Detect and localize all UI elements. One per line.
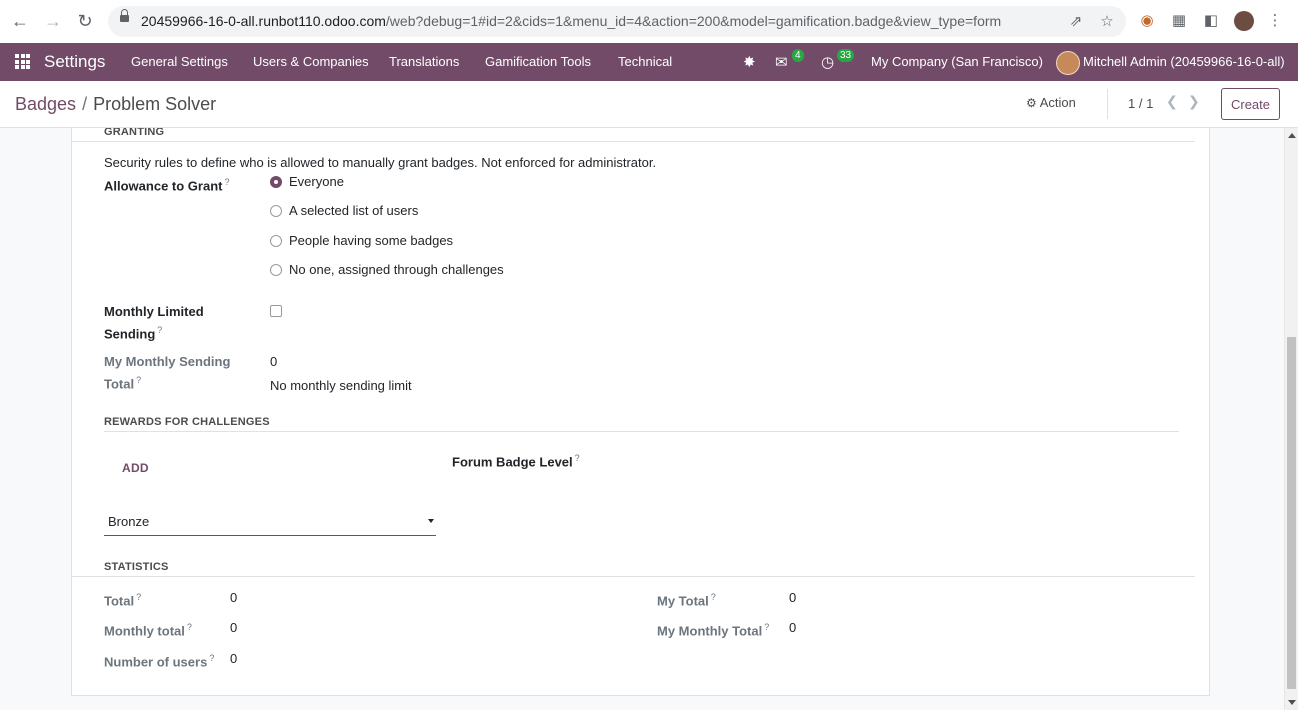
forum-badge-level-select[interactable]: Bronze [104, 512, 436, 536]
granting-section-rule [72, 141, 1195, 142]
scroll-down-arrow-icon[interactable] [1288, 700, 1296, 705]
vertical-scrollbar[interactable] [1284, 128, 1298, 710]
my-monthly-sending-total-label: My Monthly Sending Total? [104, 354, 231, 392]
breadcrumb-current: Problem Solver [93, 94, 217, 114]
action-label: Action [1039, 95, 1076, 110]
help-marker: ? [186, 622, 192, 632]
divider [1107, 89, 1108, 119]
pager-value[interactable]: 1 / 1 [1128, 96, 1153, 111]
control-panel: Badges / Problem Solver ⚙ Action 1 / 1 ❮ ❯ … [0, 81, 1298, 128]
app-name[interactable]: Settings [44, 52, 105, 72]
gear-icon: ⚙ [1026, 96, 1037, 110]
breadcrumb-badges-link[interactable]: Badges [15, 94, 76, 114]
scroll-thumb[interactable] [1287, 337, 1296, 689]
extensions-puzzle-icon[interactable]: ▦ [1170, 12, 1188, 30]
main-navbar: Settings General Settings Users & Compan… [0, 43, 1298, 81]
extension-monkey-icon[interactable]: ◉ [1138, 12, 1156, 30]
debug-bug-icon[interactable]: ✸ [743, 53, 756, 71]
radio-label: No one, assigned through challenges [289, 262, 504, 277]
radio-label: Everyone [289, 174, 344, 189]
share-icon[interactable]: ⇗ [1068, 14, 1084, 30]
monthly-limited-sending-label: Monthly Limited Sending? [104, 304, 204, 342]
help-marker: ? [764, 622, 770, 632]
side-panel-icon[interactable]: ◧ [1202, 12, 1220, 30]
activities-count-badge: 33 [837, 49, 855, 62]
form-sheet: GRANTING Security rules to define who is… [71, 128, 1210, 696]
breadcrumb-separator: / [82, 94, 88, 114]
help-marker: ? [224, 177, 230, 187]
menu-technical[interactable]: Technical [618, 54, 672, 69]
messages-icon[interactable]: ✉ [775, 53, 788, 71]
monthly-total-label: Monthly total? [104, 622, 192, 639]
back-icon[interactable]: ← [9, 10, 31, 32]
forum-badge-level-label: Forum Badge Level? [452, 453, 580, 470]
number-of-users-value: 0 [230, 651, 238, 666]
create-button[interactable]: Create [1221, 88, 1280, 120]
bookmark-star-icon[interactable]: ☆ [1099, 14, 1115, 30]
help-marker: ? [136, 375, 142, 385]
breadcrumb: Badges / Problem Solver [15, 94, 216, 115]
help-marker: ? [710, 592, 716, 602]
menu-gamification-tools[interactable]: Gamification Tools [485, 54, 591, 69]
my-monthly-total-label: My Monthly Total? [657, 622, 770, 639]
help-marker: ? [136, 592, 142, 602]
statistics-section-title: STATISTICS [104, 561, 169, 573]
scroll-up-arrow-icon[interactable] [1288, 133, 1296, 138]
browser-menu-icon[interactable]: ⋮ [1266, 12, 1284, 30]
my-monthly-total-value: 0 [789, 620, 797, 635]
lock-icon[interactable] [120, 9, 129, 22]
total-label: Total? [104, 592, 142, 609]
monthly-limited-checkbox[interactable] [270, 305, 282, 317]
caret-down-icon [428, 519, 434, 523]
help-marker: ? [574, 453, 580, 463]
statistics-section-rule [72, 576, 1195, 577]
number-of-users-label: Number of users? [104, 653, 215, 670]
radio-label: A selected list of users [289, 203, 419, 218]
monthly-total-value: 0 [230, 620, 238, 635]
company-switcher[interactable]: My Company (San Francisco) [871, 54, 1043, 69]
menu-users-companies[interactable]: Users & Companies [253, 54, 369, 69]
user-menu[interactable]: Mitchell Admin (20459966-16-0-all) [1083, 54, 1285, 69]
radio-button[interactable] [270, 205, 282, 217]
address-bar[interactable]: 20459966-16-0-all.runbot110.odoo.com/web… [108, 6, 1126, 37]
add-reward-link[interactable]: ADD [122, 461, 149, 475]
apps-menu-icon[interactable] [15, 54, 30, 69]
my-monthly-sending-total-value: 0 [270, 354, 278, 369]
form-scroll-area: GRANTING Security rules to define who is… [0, 128, 1284, 710]
pager-next-icon[interactable]: ❯ [1188, 93, 1200, 110]
reload-icon[interactable]: ↻ [74, 10, 96, 32]
forward-icon[interactable]: → [42, 10, 64, 32]
help-marker: ? [157, 325, 163, 335]
rewards-section-rule [104, 431, 1179, 432]
browser-toolbar: ← → ↻ 20459966-16-0-all.runbot110.odoo.c… [0, 0, 1298, 44]
user-avatar[interactable] [1056, 51, 1080, 75]
activities-clock-icon[interactable]: ◷ [821, 53, 834, 71]
no-monthly-limit-text: No monthly sending limit [270, 378, 412, 393]
radio-button[interactable] [270, 264, 282, 276]
menu-translations[interactable]: Translations [389, 54, 459, 69]
menu-general-settings[interactable]: General Settings [131, 54, 228, 69]
allowance-to-grant-label: Allowance to Grant? [104, 177, 230, 194]
my-total-value: 0 [789, 590, 797, 605]
radio-label: People having some badges [289, 233, 454, 248]
radio-button[interactable] [270, 176, 282, 188]
help-marker: ? [209, 653, 215, 663]
total-value: 0 [230, 590, 238, 605]
radio-button[interactable] [270, 235, 282, 247]
granting-section-title: GRANTING [104, 128, 165, 138]
action-button[interactable]: ⚙ Action [1026, 95, 1076, 110]
messages-count-badge: 4 [792, 49, 804, 62]
granting-description: Security rules to define who is allowed … [104, 155, 657, 170]
url-text[interactable]: 20459966-16-0-all.runbot110.odoo.com/web… [141, 13, 1001, 29]
rewards-section-title: REWARDS FOR CHALLENGES [104, 416, 270, 428]
pager-previous-icon[interactable]: ❮ [1166, 93, 1178, 110]
my-total-label: My Total? [657, 592, 716, 609]
browser-profile-avatar[interactable] [1234, 11, 1254, 31]
forum-badge-level-value: Bronze [108, 514, 150, 529]
